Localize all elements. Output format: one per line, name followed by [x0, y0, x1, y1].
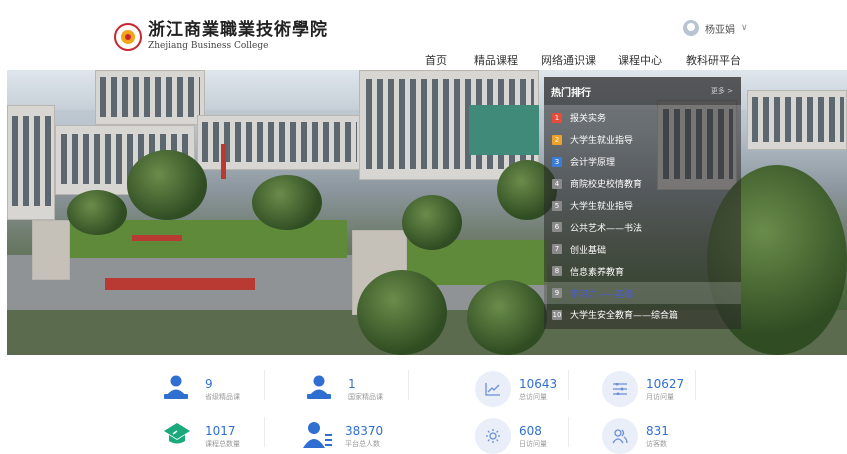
college-emblem-icon	[114, 22, 142, 51]
list-item[interactable]: 9 学习力——基础	[544, 282, 741, 305]
stat-total-users: 38370 平台总人数	[303, 421, 383, 451]
stat-national-courses: 1 国家精品课	[306, 374, 383, 404]
nav-item-research-platform[interactable]: 教科研平台	[686, 52, 741, 68]
rank-badge: 8	[552, 266, 562, 277]
rank-badge: 10	[552, 309, 562, 320]
nav-item-quality-courses[interactable]: 精品课程	[474, 52, 518, 68]
course-title: 创业基础	[570, 245, 607, 256]
course-title: 商院校史校情教育	[570, 180, 643, 191]
stat-value: 10627	[646, 376, 685, 391]
list-icon	[602, 371, 638, 407]
graduation-cap-icon	[163, 421, 193, 451]
rank-badge: 9	[552, 288, 562, 299]
course-title: 学习力——基础	[570, 289, 634, 300]
teacher-icon	[306, 374, 336, 404]
stat-daily-visits: 608 日访问量	[475, 418, 547, 454]
course-title: 大学生安全教育——综合篇	[570, 311, 679, 322]
stat-label: 月访问量	[646, 392, 674, 401]
rank-badge: 5	[552, 200, 562, 211]
stat-label: 访客数	[646, 439, 667, 448]
list-item[interactable]: 7 创业基础	[544, 238, 741, 260]
stat-visitors: 831 访客数	[602, 418, 669, 454]
avatar	[683, 20, 699, 36]
main-nav: 首页 精品课程 网络通识课 课程中心 教科研平台	[0, 52, 847, 70]
header: 浙江商業職業技術學院 Zhejiang Business College 杨亚娟…	[0, 0, 847, 70]
course-title: 会计学原理	[570, 158, 616, 169]
list-item[interactable]: 6 公共艺术——书法	[544, 216, 741, 238]
list-item[interactable]: 3 会计学原理	[544, 151, 741, 173]
logo-chinese-name: 浙江商業職業技術學院	[148, 20, 328, 40]
course-title: 大学生就业指导	[570, 202, 634, 212]
list-item[interactable]: 8 信息素养教育	[544, 260, 741, 282]
stat-label: 平台总人数	[345, 439, 380, 448]
course-title: 公共艺术——书法	[570, 223, 643, 234]
stat-value: 9	[205, 376, 213, 391]
stat-value: 1	[348, 376, 356, 391]
more-link[interactable]: 更多 >	[711, 86, 733, 96]
stat-provincial-courses: 9 省级精品课	[163, 374, 240, 404]
stat-label: 总访问量	[519, 392, 547, 401]
logo-english-name: Zhejiang Business College	[148, 41, 269, 51]
hot-ranking-list: 1 报关实务 2 大学生就业指导 3 会计学原理 4 商院校史校情教育 5 大学生就业指导…	[544, 105, 741, 326]
statistics-section: 9 省级精品课 1 国家精品课 10643 总访问量 10627 月访问量 10…	[0, 355, 847, 454]
course-title: 信息素养教育	[570, 267, 625, 278]
teacher-icon	[163, 374, 193, 404]
stat-total-courses: 1017 课程总数量	[163, 421, 240, 451]
chevron-down-icon: ∨	[741, 23, 748, 33]
nav-item-online-general-courses[interactable]: 网络通识课	[541, 52, 596, 68]
rank-badge: 4	[552, 178, 562, 189]
user-name: 杨亚娟	[705, 24, 735, 36]
line-chart-icon	[475, 371, 511, 407]
user-menu[interactable]: 杨亚娟 ∨	[683, 20, 748, 36]
hot-ranking-title: 热门排行	[551, 87, 591, 99]
stat-total-visits: 10643 总访问量	[475, 371, 557, 407]
college-logo[interactable]: 浙江商業職業技術學院 Zhejiang Business College	[114, 22, 328, 51]
rank-badge: 1	[552, 112, 562, 123]
stat-value: 10643	[519, 376, 558, 391]
stat-value: 831	[646, 423, 669, 438]
rank-badge: 3	[552, 156, 562, 167]
course-title: 报关实务	[570, 114, 607, 125]
list-item[interactable]: 2 大学生就业指导	[544, 129, 741, 151]
hot-ranking-panel: 热门排行 更多 > 1 报关实务 2 大学生就业指导 3 会计学原理 4 商院校史校情教…	[544, 77, 741, 329]
stat-value: 1017	[205, 423, 236, 438]
stat-value: 38370	[345, 423, 384, 438]
rank-badge: 2	[552, 134, 562, 145]
sun-icon	[475, 418, 511, 454]
users-icon	[602, 418, 638, 454]
stat-label: 省级精品课	[205, 392, 240, 401]
rank-badge: 6	[552, 222, 562, 233]
nav-item-home[interactable]: 首页	[425, 52, 447, 68]
nav-item-course-center[interactable]: 课程中心	[618, 52, 662, 68]
stat-label: 国家精品课	[348, 392, 383, 401]
stat-monthly-visits: 10627 月访问量	[602, 371, 684, 407]
list-item[interactable]: 5 大学生就业指导	[544, 195, 741, 217]
stat-value: 608	[519, 423, 542, 438]
list-item[interactable]: 1 报关实务	[544, 107, 741, 129]
user-list-icon	[303, 421, 333, 451]
stat-label: 课程总数量	[205, 439, 240, 448]
rank-badge: 7	[552, 244, 562, 255]
stat-label: 日访问量	[519, 439, 547, 448]
list-item[interactable]: 10 大学生安全教育——综合篇	[544, 304, 741, 326]
list-item[interactable]: 4 商院校史校情教育	[544, 173, 741, 195]
course-title: 大学生就业指导	[570, 136, 634, 147]
